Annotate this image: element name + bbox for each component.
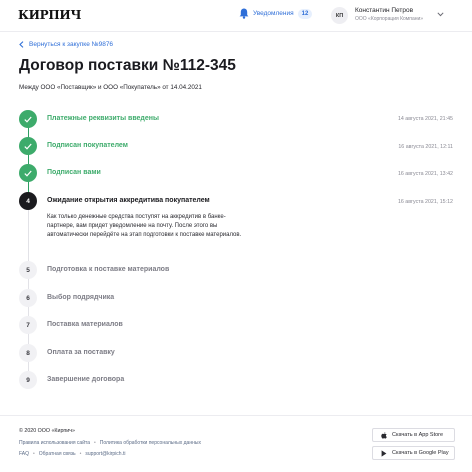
step-4-label: Ожидание открытия аккредитива покупателе… <box>47 197 210 204</box>
step-1-label: Платежные реквизиты введены <box>47 115 159 122</box>
app-store-label: Скачать в App Store <box>392 432 444 438</box>
apple-icon <box>381 431 387 439</box>
step-2-date: 16 августа 2021, 12:11 <box>398 144 453 150</box>
timeline-connector <box>27 209 29 261</box>
step-7-number: 7 <box>19 316 37 334</box>
play-store-icon <box>381 449 387 457</box>
step-4-number: 4 <box>19 192 37 210</box>
step-1-check-icon <box>19 110 37 128</box>
separator-dot: • <box>79 451 82 457</box>
footer-copyright: © 2020 ООО «Кирпич» <box>19 428 75 434</box>
step-7-label: Поставка материалов <box>47 321 123 328</box>
feedback-link[interactable]: Обратная связь <box>39 451 76 457</box>
step-3-label: Подписан вами <box>47 169 101 176</box>
step-5-number: 5 <box>19 261 37 279</box>
google-play-button[interactable]: Скачать в Google Play <box>372 446 455 460</box>
google-play-label: Скачать в Google Play <box>392 450 449 456</box>
separator-dot: • <box>33 451 35 457</box>
app-store-button[interactable]: Скачать в App Store <box>372 428 455 442</box>
step-2-label: Подписан покупателем <box>47 142 128 149</box>
timeline-connector <box>27 333 29 344</box>
step-4-description: Как только денежные средства поступят на… <box>47 214 242 238</box>
support-email-link[interactable]: support@kirpich.ti <box>85 451 125 457</box>
step-6-label: Выбор подрядчика <box>47 294 115 301</box>
terms-link[interactable]: Правила использования сайта <box>19 440 90 446</box>
privacy-link[interactable]: Политика обработки персональных данных <box>100 440 201 446</box>
footer-links-row-1: Правила использования сайта • Политика о… <box>19 440 201 446</box>
step-4-date: 16 августа 2021, 15:12 <box>397 199 453 205</box>
footer-divider <box>0 415 472 416</box>
footer-links-row-2: FAQ • Обратная связь • support@kirpich.t… <box>19 451 125 457</box>
separator-dot: • <box>94 440 96 446</box>
step-3-check-icon <box>19 164 37 182</box>
step-5-label: Подготовка к поставке материалов <box>47 266 170 273</box>
steps-timeline: Платежные реквизиты введены 14 августа 2… <box>0 0 472 400</box>
step-8-number: 8 <box>19 344 37 362</box>
step-8-label: Оплата за поставку <box>47 349 115 356</box>
step-2-check-icon <box>19 137 37 155</box>
timeline-connector <box>27 278 29 289</box>
step-9-number: 9 <box>19 371 37 389</box>
step-9-label: Завершение договора <box>47 376 125 383</box>
step-6-number: 6 <box>19 289 37 307</box>
step-3-date: 16 августа 2021, 13:42 <box>397 171 453 177</box>
faq-link[interactable]: FAQ <box>19 451 29 457</box>
step-1-date: 14 августа 2021, 21:45 <box>397 116 453 122</box>
